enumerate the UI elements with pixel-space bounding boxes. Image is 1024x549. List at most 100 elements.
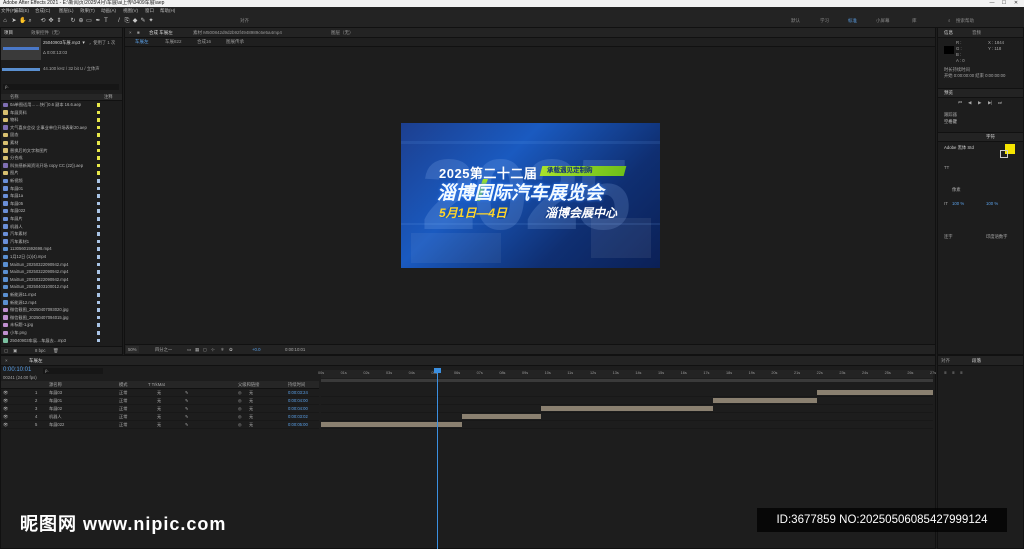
tab-composition[interactable]: 合成 车展左 xyxy=(149,28,173,37)
prev-frame-icon[interactable]: ◀ xyxy=(968,100,971,106)
workspace-default[interactable]: 默认 xyxy=(791,16,800,26)
viewer-timecode[interactable]: 0:00:10:01 xyxy=(285,346,305,353)
item-label-color[interactable] xyxy=(97,148,100,153)
subtab-comp-3[interactable]: 合成16 xyxy=(197,37,211,46)
close-button[interactable]: ✕ xyxy=(1011,0,1021,7)
menu-effect[interactable]: 效果(T) xyxy=(80,7,95,15)
menu-help[interactable]: 帮助(H) xyxy=(160,7,175,15)
item-label-color[interactable] xyxy=(97,125,100,130)
project-item[interactable]: 25040903车展…车展去…mp3 xyxy=(1,337,121,345)
item-label-color[interactable] xyxy=(97,224,100,229)
layer-duration-bar[interactable] xyxy=(541,406,713,411)
item-label-color[interactable] xyxy=(97,285,100,289)
timeline-search-input[interactable]: ρ. xyxy=(43,368,103,374)
rect-tool-icon[interactable]: ▭ xyxy=(86,17,92,25)
project-item[interactable]: 机器人 xyxy=(1,223,121,231)
maximize-button[interactable]: ☐ xyxy=(999,0,1009,7)
item-label-color[interactable] xyxy=(97,338,100,343)
project-item[interactable]: 车展资料 xyxy=(1,109,121,117)
orbit-tool-icon[interactable]: ⟲ xyxy=(40,17,46,25)
font-family-dropdown[interactable]: Adobe 黑体 Std xyxy=(944,145,974,151)
tracker-shortcut[interactable]: 空格键 xyxy=(944,119,957,125)
dolly-tool-icon[interactable]: ⇕ xyxy=(56,17,62,25)
camera-icon[interactable]: ⌾ xyxy=(221,346,224,353)
region-icon[interactable]: ▭ xyxy=(187,346,191,353)
tab-info[interactable]: 信息 xyxy=(944,28,953,37)
mask-icon[interactable]: ◻ xyxy=(203,346,207,353)
transparency-grid-icon[interactable]: ▦ xyxy=(195,346,199,353)
layer-duration-bar[interactable] xyxy=(712,398,817,403)
hand-tool-icon[interactable]: ✋ xyxy=(19,17,26,25)
item-label-color[interactable] xyxy=(97,141,100,145)
item-label-color[interactable] xyxy=(97,186,100,191)
project-item[interactable]: 车展1a xyxy=(1,192,121,200)
composition-frame[interactable]: 2025 2025第二十二届 承载遇见定制购 淄博国际汽车展览会 5月1日—4日… xyxy=(401,123,660,268)
search-icon[interactable]: ⌕ xyxy=(948,16,951,26)
project-search-input[interactable]: ρ. xyxy=(3,84,119,90)
item-label-color[interactable] xyxy=(97,103,100,107)
first-frame-icon[interactable]: ⏮ xyxy=(958,100,962,105)
roto-tool-icon[interactable]: ✎ xyxy=(140,17,146,25)
project-item[interactable]: 未标题-1.jpg xyxy=(1,321,121,329)
horizontal-scale-value[interactable]: 100 % xyxy=(986,201,998,206)
new-folder-icon[interactable]: ▢ xyxy=(4,348,8,354)
font-size-icon[interactable]: TT xyxy=(944,165,949,170)
item-label-color[interactable] xyxy=(97,255,100,259)
project-item[interactable]: 替换后的文字和图片 xyxy=(1,147,121,155)
menu-animation[interactable]: 动画(A) xyxy=(101,7,116,15)
item-label-color[interactable] xyxy=(97,262,100,267)
item-label-color[interactable] xyxy=(97,217,100,221)
layer-duration-bar[interactable] xyxy=(321,422,462,427)
close-tab-icon[interactable]: × xyxy=(129,28,132,37)
tab-project[interactable]: 项目 xyxy=(4,28,13,37)
subtab-main[interactable]: 车展左 xyxy=(135,37,149,46)
project-item[interactable]: 汽车素材1 xyxy=(1,238,121,246)
anchor-tool-icon[interactable]: ⊕ xyxy=(78,17,84,25)
item-label-color[interactable] xyxy=(97,194,100,198)
project-item[interactable]: MaiSun_20250322090942.mp4 xyxy=(1,268,121,276)
lock-icon[interactable]: ■ xyxy=(137,28,140,37)
project-item[interactable]: 物料 xyxy=(1,116,121,124)
project-item[interactable]: 图片 xyxy=(1,169,121,177)
next-frame-icon[interactable]: ▶| xyxy=(988,100,992,106)
project-item[interactable]: 车展01 xyxy=(1,185,121,193)
tracker-tab[interactable]: 跟踪器 xyxy=(944,112,957,118)
layer-duration-bar[interactable] xyxy=(816,390,933,395)
subtab-comp-2[interactable]: 车展822 xyxy=(165,37,182,46)
project-item[interactable]: 车展片 xyxy=(1,215,121,223)
layer-duration-bar[interactable] xyxy=(461,414,542,419)
project-item[interactable]: 11305601592698.mp4 xyxy=(1,245,121,253)
tab-character[interactable]: 字符 xyxy=(986,132,995,141)
last-frame-icon[interactable]: ⏭ xyxy=(998,100,1002,105)
item-label-color[interactable] xyxy=(97,315,100,320)
tab-footage[interactable]: 素材 M500842d9d2b92f4948989c6e5a4mp4 xyxy=(193,28,282,37)
align-right-icon[interactable]: ≡ xyxy=(960,370,963,375)
pen-tool-icon[interactable]: ✒ xyxy=(95,17,101,25)
menu-composition[interactable]: 合成(C) xyxy=(35,7,50,15)
brush-tool-icon[interactable]: / xyxy=(116,17,122,25)
col-mode[interactable]: 模式 xyxy=(119,382,128,388)
item-label-color[interactable] xyxy=(97,118,100,122)
item-label-color[interactable] xyxy=(97,163,100,168)
tab-effect-controls[interactable]: 效果控件（无） xyxy=(31,28,63,37)
project-item[interactable]: 素材 xyxy=(1,139,121,147)
snap-checkbox-label[interactable]: 对齐 xyxy=(240,16,249,26)
col-source-name[interactable]: 源名称 xyxy=(49,382,62,388)
resolution-dropdown[interactable]: 四分之一 xyxy=(155,346,172,353)
item-label-color[interactable] xyxy=(97,179,100,183)
color-icon[interactable]: ✿ xyxy=(229,346,233,353)
item-label-color[interactable] xyxy=(97,239,100,244)
zoom-dropdown[interactable]: 50% xyxy=(126,346,139,353)
home-icon[interactable]: ⌂ xyxy=(2,17,8,25)
selection-tool-icon[interactable]: ➤ xyxy=(11,17,17,25)
item-label-color[interactable] xyxy=(97,133,100,137)
hindi-digits-checkbox[interactable]: 印度语数字 xyxy=(986,234,1007,240)
align-center-icon[interactable]: ≡ xyxy=(952,370,955,375)
play-icon[interactable]: ▶ xyxy=(978,100,981,106)
item-label-color[interactable] xyxy=(97,247,100,251)
project-item[interactable]: 微信截图_20250407093020.jpg xyxy=(1,306,121,314)
project-item[interactable]: 科技感新闻资讯开场 copy CC (22)).aep xyxy=(1,162,121,170)
text-tool-icon[interactable]: T xyxy=(103,17,109,25)
zoom-tool-icon[interactable]: ⌕ xyxy=(27,17,33,25)
help-search-input[interactable]: 搜索帮助 xyxy=(956,16,974,26)
